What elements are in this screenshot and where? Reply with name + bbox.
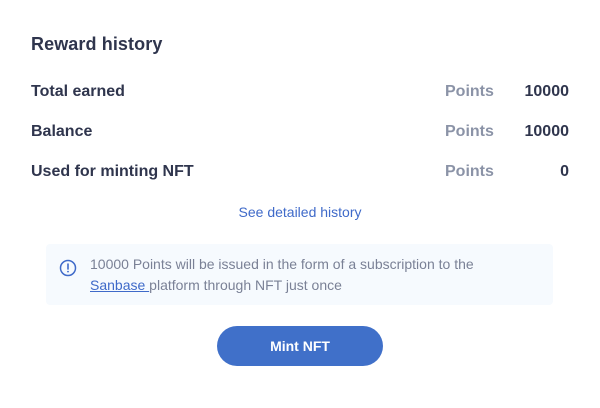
row-label: Used for minting NFT (31, 163, 194, 180)
row-total-earned: Total earned Points 10000 (31, 80, 569, 104)
row-unit: Points (445, 123, 494, 140)
see-detailed-history-link[interactable]: See detailed history (0, 204, 600, 220)
info-notice: 10000 Points will be issued in the form … (46, 244, 553, 305)
row-label: Total earned (31, 83, 125, 100)
info-circle-icon (59, 259, 77, 277)
row-label: Balance (31, 123, 93, 140)
row-value: 10000 (524, 123, 570, 140)
info-text-start: 10000 Points will be issued in the form … (90, 256, 474, 272)
reward-history-panel: Reward history Total earned Points 10000… (0, 0, 600, 408)
row-value: 10000 (524, 83, 570, 100)
sanbase-link[interactable]: Sanbase (90, 277, 149, 293)
row-used-for-minting: Used for minting NFT Points 0 (31, 160, 569, 184)
row-unit: Points (445, 83, 494, 100)
panel-title: Reward history (31, 34, 163, 54)
info-text: 10000 Points will be issued in the form … (90, 254, 540, 296)
row-unit: Points (445, 163, 494, 180)
row-balance: Balance Points 10000 (31, 120, 569, 144)
info-text-end: platform through NFT just once (149, 277, 342, 293)
row-value: 0 (560, 163, 569, 180)
mint-nft-button[interactable]: Mint NFT (217, 326, 383, 366)
